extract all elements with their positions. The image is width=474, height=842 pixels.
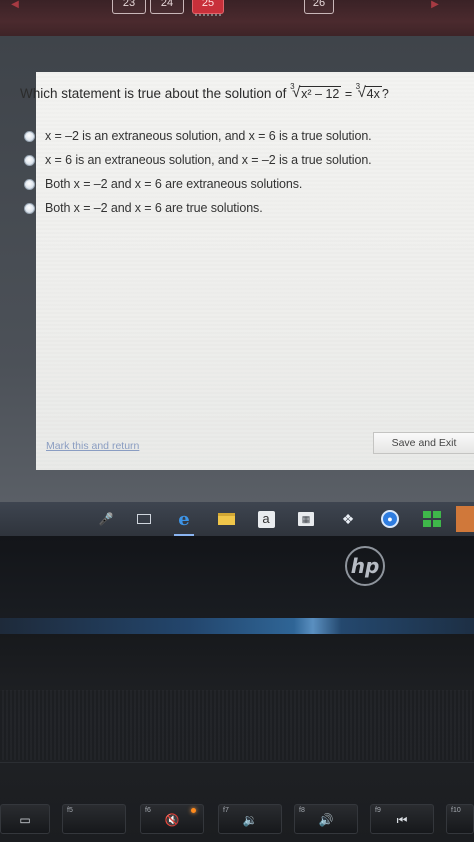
keyboard-key-f9-previous-track[interactable]: f9 ⏮ xyxy=(370,804,434,834)
question-mark: ? xyxy=(381,87,389,101)
dropbox-icon[interactable]: ❖ xyxy=(338,509,358,529)
answer-choice-3[interactable]: Both x = –2 and x = 6 are extraneous sol… xyxy=(24,172,474,196)
save-and-exit-button[interactable]: Save and Exit xyxy=(373,432,474,454)
task-view-icon[interactable] xyxy=(134,509,154,529)
keyboard-key-f7-volume-down[interactable]: f7 🔉 xyxy=(218,804,282,834)
radicand-rhs: 4x xyxy=(364,86,382,101)
store-icon[interactable]: ▦ xyxy=(296,509,316,529)
question-number-23[interactable]: 23 xyxy=(112,0,146,14)
radio-button-icon[interactable] xyxy=(24,154,35,166)
cube-root-lhs: 3 √ x² – 12 xyxy=(290,82,342,101)
keyboard-key-display[interactable]: ▭ xyxy=(0,804,50,834)
mute-icon: 🔇 xyxy=(164,813,180,827)
radio-button-icon[interactable] xyxy=(24,178,35,190)
answer-choice-4[interactable]: Both x = –2 and x = 6 are true solutions… xyxy=(24,196,474,220)
keyboard-key-f5[interactable]: f5 xyxy=(62,804,126,834)
chevron-left-icon[interactable]: ◀ xyxy=(6,0,24,14)
question-prompt-text: Which statement is true about the soluti… xyxy=(20,86,287,101)
windows-taskbar: 🎤 e a ▦ ❖ ● xyxy=(0,502,474,536)
volume-down-icon: 🔉 xyxy=(242,813,258,827)
hp-logo-icon: hp xyxy=(345,546,385,586)
file-explorer-icon[interactable] xyxy=(216,509,236,529)
mute-led-icon xyxy=(191,808,196,813)
windows-icon[interactable] xyxy=(422,509,442,529)
answer-choice-label: Both x = –2 and x = 6 are extraneous sol… xyxy=(45,177,303,191)
answer-choice-label: Both x = –2 and x = 6 are true solutions… xyxy=(45,201,263,215)
equals-sign: = xyxy=(344,87,353,101)
chevron-right-icon[interactable]: ▶ xyxy=(426,0,444,14)
cube-root-rhs: 3 √ 4x xyxy=(356,82,382,101)
laptop-bezel xyxy=(0,536,474,626)
question-number-26[interactable]: 26 xyxy=(304,0,334,14)
answer-choice-label: x = –2 is an extraneous solution, and x … xyxy=(45,129,372,143)
taskbar-app-icon[interactable] xyxy=(456,506,474,532)
answer-choices: x = –2 is an extraneous solution, and x … xyxy=(24,124,474,220)
radicand-lhs: x² – 12 xyxy=(299,86,342,101)
answer-choice-label: x = 6 is an extraneous solution, and x =… xyxy=(45,153,372,167)
question-prompt: Which statement is true about the soluti… xyxy=(20,82,470,101)
microphone-icon[interactable]: 🎤 xyxy=(96,509,116,529)
deck-divider xyxy=(0,762,474,763)
question-number-25-current[interactable]: 25 xyxy=(192,0,224,16)
laptop-hinge xyxy=(0,618,474,634)
speaker-grille xyxy=(0,690,474,760)
display-icon: ▭ xyxy=(19,813,31,827)
radio-button-icon[interactable] xyxy=(24,202,35,214)
volume-up-icon: 🔊 xyxy=(318,813,334,827)
equation: 3 √ x² – 12 = 3 √ 4x ? xyxy=(290,82,389,101)
mark-and-return-link[interactable]: Mark this and return xyxy=(46,440,139,452)
radio-button-icon[interactable] xyxy=(24,130,35,142)
answer-choice-1[interactable]: x = –2 is an extraneous solution, and x … xyxy=(24,124,474,148)
amazon-icon[interactable]: a xyxy=(256,509,276,529)
radical-sign-icon: √ xyxy=(357,84,366,101)
keyboard-key-f10[interactable]: f10 xyxy=(446,804,474,834)
previous-track-icon: ⏮ xyxy=(396,813,408,827)
screen-background: Which statement is true about the soluti… xyxy=(0,36,474,502)
answer-choice-2[interactable]: x = 6 is an extraneous solution, and x =… xyxy=(24,148,474,172)
edge-icon[interactable]: e xyxy=(174,509,194,530)
dell-icon[interactable]: ● xyxy=(380,509,400,529)
radical-sign-icon: √ xyxy=(292,84,301,101)
question-navigation-bar: ◀ 23 24 25 26 ▶ xyxy=(0,0,474,36)
question-card: Which statement is true about the soluti… xyxy=(20,72,474,470)
keyboard-key-f8-volume-up[interactable]: f8 🔊 xyxy=(294,804,358,834)
question-number-24[interactable]: 24 xyxy=(150,0,184,14)
